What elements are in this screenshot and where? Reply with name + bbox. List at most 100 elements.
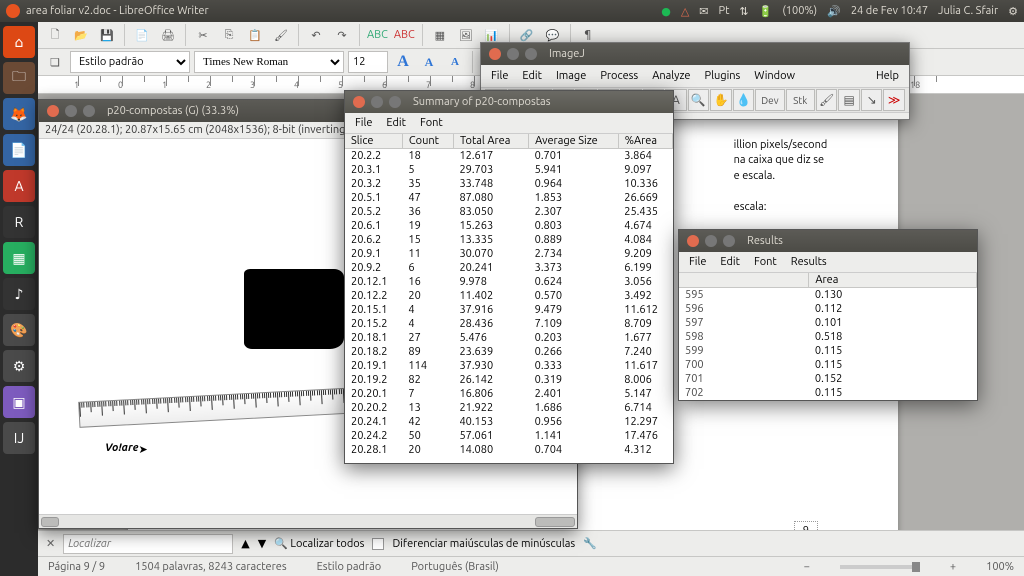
zoom-tool[interactable]: 🔍 bbox=[688, 89, 710, 111]
table-row[interactable]: 20.9.11130.0702.7349.209 bbox=[345, 247, 673, 261]
column-header[interactable]: Average Size bbox=[529, 134, 619, 149]
undo-button[interactable]: ↶ bbox=[305, 24, 327, 46]
results-titlebar[interactable]: Results bbox=[679, 230, 977, 252]
minimize-icon[interactable] bbox=[65, 105, 77, 117]
image-button[interactable]: 🖼 bbox=[455, 24, 477, 46]
arrow-tool[interactable]: ↘ bbox=[861, 89, 883, 111]
menu-font[interactable]: Font bbox=[420, 117, 443, 129]
maximize-icon[interactable] bbox=[723, 235, 735, 247]
column-header[interactable]: Count bbox=[402, 134, 453, 149]
zoom-out-button[interactable]: − bbox=[804, 561, 810, 573]
minimize-icon[interactable] bbox=[705, 235, 717, 247]
table-row[interactable]: 20.15.2428.4367.1098.709 bbox=[345, 317, 673, 331]
table-row[interactable]: 20.24.25057.0611.14117.476 bbox=[345, 429, 673, 443]
menu-help[interactable]: Help bbox=[876, 70, 899, 82]
shrink-font-button[interactable]: A bbox=[418, 51, 440, 73]
autocheck-button[interactable]: ABC bbox=[393, 24, 416, 46]
table-row[interactable]: 5990.115 bbox=[679, 344, 977, 358]
maximize-icon[interactable] bbox=[389, 96, 401, 108]
maximize-icon[interactable] bbox=[525, 48, 537, 60]
close-icon[interactable] bbox=[489, 48, 501, 60]
table-row[interactable]: 20.9.2620.2413.3736.199 bbox=[345, 261, 673, 275]
stk-menu[interactable]: Stk bbox=[786, 89, 815, 111]
column-header[interactable]: Total Area bbox=[453, 134, 528, 149]
terminal-icon[interactable]: ▣ bbox=[3, 386, 35, 418]
column-header[interactable]: %Area bbox=[618, 134, 672, 149]
calc-icon[interactable]: ▦ bbox=[3, 242, 35, 274]
spotify-launcher-icon[interactable]: ♪ bbox=[3, 278, 35, 310]
grow-font-button[interactable]: A bbox=[392, 51, 414, 73]
table-row[interactable]: 20.6.21513.3350.8894.084 bbox=[345, 233, 673, 247]
mail-icon[interactable]: ✉ bbox=[699, 5, 708, 18]
minimize-icon[interactable] bbox=[507, 48, 519, 60]
table-row[interactable]: 20.28.12014.0800.7044.312 bbox=[345, 443, 673, 457]
print-button[interactable]: 🖨 bbox=[157, 24, 179, 46]
firefox-icon[interactable]: 🦊 bbox=[3, 98, 35, 130]
pdf-icon[interactable]: A bbox=[3, 170, 35, 202]
table-row[interactable]: 5970.101 bbox=[679, 316, 977, 330]
menu-edit[interactable]: Edit bbox=[720, 256, 740, 268]
find-prev-button[interactable]: ▲ bbox=[241, 537, 249, 550]
table-row[interactable]: 5960.112 bbox=[679, 302, 977, 316]
zoom-in-button[interactable]: + bbox=[950, 561, 956, 573]
dev-menu[interactable]: Dev bbox=[755, 89, 784, 111]
results-table[interactable]: Area5950.1305960.1125970.1015980.5185990… bbox=[679, 272, 977, 400]
redo-button[interactable]: ↷ bbox=[331, 24, 353, 46]
more-tools[interactable]: ≫ bbox=[883, 89, 905, 111]
warning-icon[interactable]: △ bbox=[681, 5, 689, 18]
menu-results[interactable]: Results bbox=[791, 256, 827, 268]
table-row[interactable]: 20.6.11915.2630.8034.674 bbox=[345, 219, 673, 233]
find-all-button[interactable]: 🔍 Localizar todos bbox=[274, 537, 364, 550]
imagej-icon[interactable]: IJ bbox=[3, 422, 35, 454]
menu-file[interactable]: File bbox=[689, 256, 706, 268]
table-row[interactable]: 7010.152 bbox=[679, 372, 977, 386]
zoom-slider[interactable] bbox=[840, 565, 920, 569]
format-paint-button[interactable]: 🖌 bbox=[270, 24, 292, 46]
table-row[interactable]: 20.20.1716.8062.4015.147 bbox=[345, 387, 673, 401]
dropper-tool[interactable]: 💧 bbox=[733, 89, 755, 111]
close-icon[interactable] bbox=[353, 96, 365, 108]
spellcheck-button[interactable]: ABC bbox=[366, 24, 389, 46]
table-row[interactable]: 7000.115 bbox=[679, 358, 977, 372]
network-icon[interactable]: ⇅ bbox=[739, 5, 748, 18]
styles-button[interactable]: ❏ bbox=[44, 51, 66, 73]
gear-icon[interactable]: ⚙ bbox=[1008, 5, 1018, 18]
table-row[interactable]: 5980.518 bbox=[679, 330, 977, 344]
r-icon[interactable]: R bbox=[3, 206, 35, 238]
column-header[interactable]: Slice bbox=[345, 134, 402, 149]
match-case-checkbox[interactable] bbox=[372, 538, 384, 550]
menu-edit[interactable]: Edit bbox=[386, 117, 406, 129]
imagej-titlebar[interactable]: ImageJ bbox=[481, 43, 909, 65]
clock[interactable]: 24 de Fev 10:47 bbox=[851, 5, 928, 17]
menu-font[interactable]: Font bbox=[754, 256, 777, 268]
brush-tool[interactable]: 🖌 bbox=[816, 89, 838, 111]
font-name-select[interactable]: Times New Roman bbox=[194, 51, 344, 73]
settings-icon[interactable]: ⚙ bbox=[3, 350, 35, 382]
new-doc-button[interactable]: 🗋 bbox=[44, 24, 66, 46]
files-icon[interactable]: 🗀 bbox=[3, 62, 35, 94]
menu-file[interactable]: File bbox=[491, 70, 508, 82]
table-row[interactable]: 20.19.111437.9300.33311.617 bbox=[345, 359, 673, 373]
menu-image[interactable]: Image bbox=[556, 70, 586, 82]
table-row[interactable]: 20.19.28226.1420.3198.006 bbox=[345, 373, 673, 387]
table-row[interactable]: 20.18.1275.4760.2031.677 bbox=[345, 331, 673, 345]
battery-icon[interactable]: 🔋 bbox=[759, 5, 773, 18]
close-findbar-button[interactable]: ✕ bbox=[46, 537, 55, 550]
table-row[interactable]: 20.5.23683.0502.30725.435 bbox=[345, 205, 673, 219]
save-button[interactable]: 💾 bbox=[96, 24, 118, 46]
menu-file[interactable]: File bbox=[355, 117, 372, 129]
spotify-icon[interactable]: ● bbox=[661, 5, 671, 18]
menu-plugins[interactable]: Plugins bbox=[705, 70, 741, 82]
menu-window[interactable]: Window bbox=[754, 70, 795, 82]
close-icon[interactable] bbox=[687, 235, 699, 247]
table-row[interactable]: 20.18.28923.6390.2667.240 bbox=[345, 345, 673, 359]
maximize-icon[interactable] bbox=[83, 105, 95, 117]
table-row[interactable]: 7020.115 bbox=[679, 386, 977, 400]
table-row[interactable]: 20.20.21321.9221.6866.714 bbox=[345, 401, 673, 415]
table-row[interactable]: 20.5.14787.0801.85326.669 bbox=[345, 191, 673, 205]
volume-icon[interactable]: 🔊 bbox=[827, 5, 841, 18]
lut-tool[interactable]: ▤ bbox=[838, 89, 860, 111]
menu-analyze[interactable]: Analyze bbox=[652, 70, 690, 82]
table-row[interactable]: 20.15.1437.9169.47911.612 bbox=[345, 303, 673, 317]
close-icon[interactable] bbox=[47, 105, 59, 117]
